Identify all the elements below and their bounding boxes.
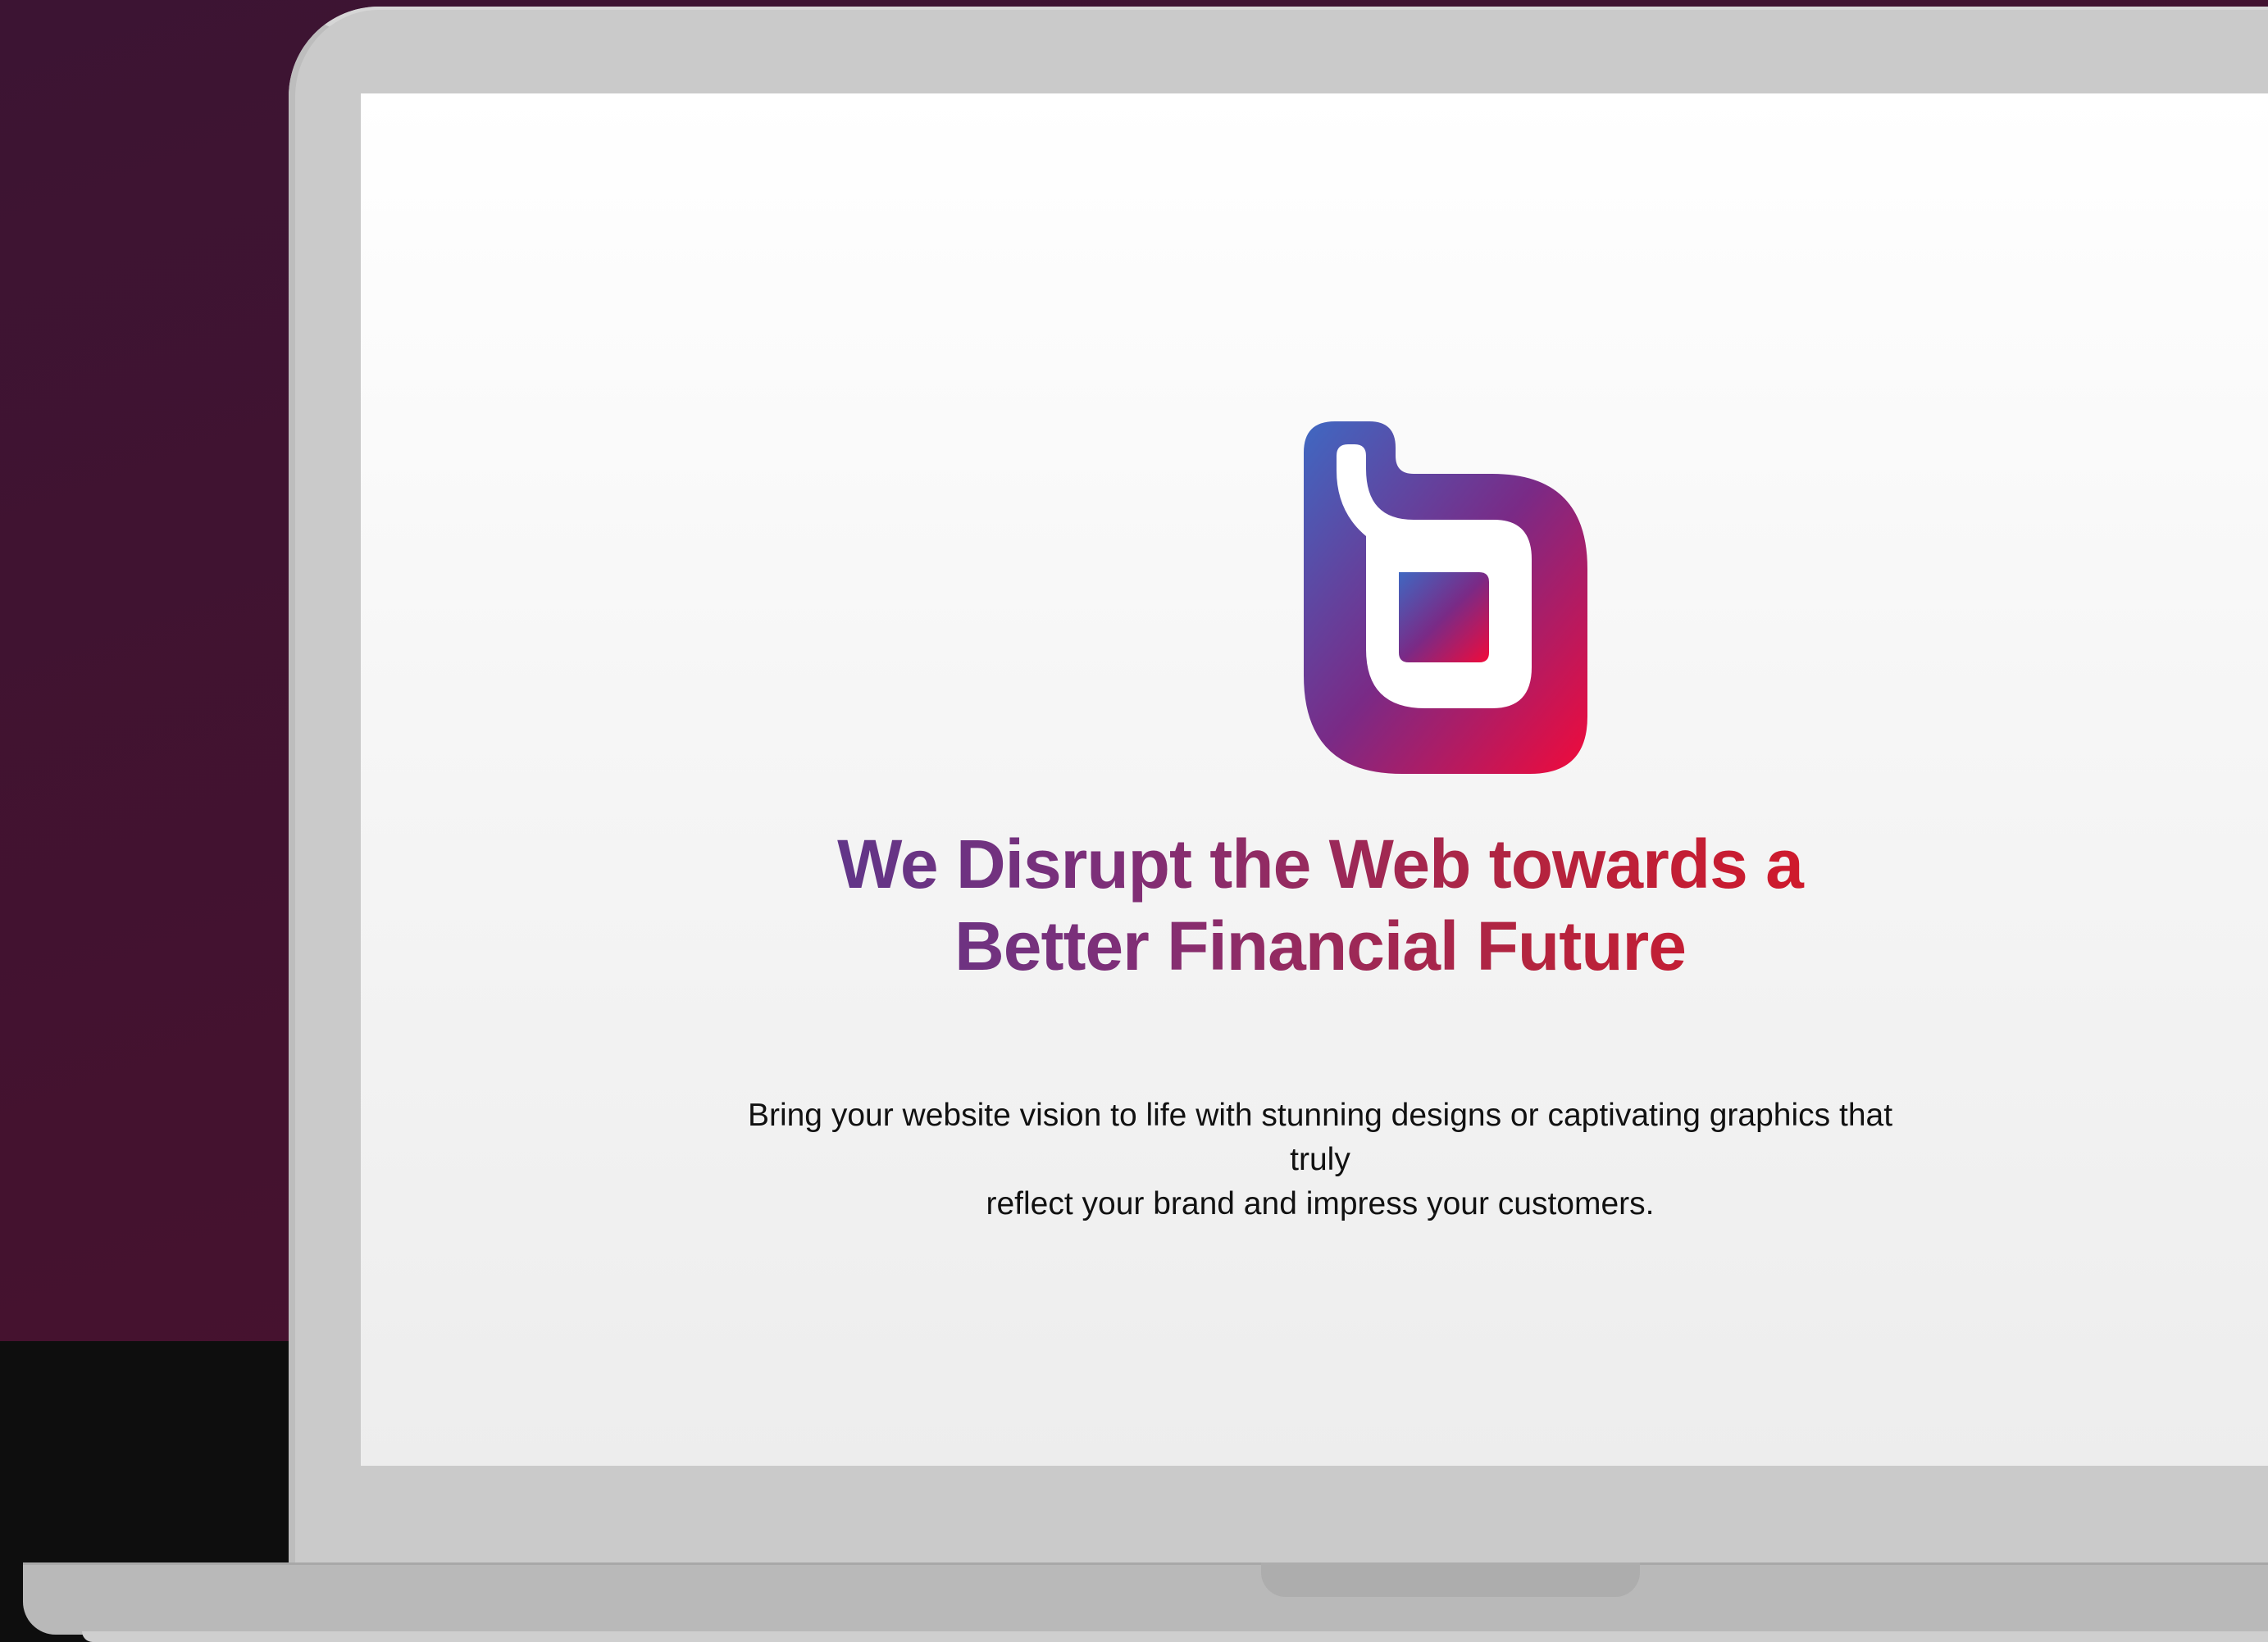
laptop-base xyxy=(23,1562,2268,1635)
hero-headline-line-2: Better Financial Future xyxy=(954,907,1686,985)
b-logo-icon xyxy=(1304,421,1587,774)
laptop-screen: We Disrupt the Web towards a Better Fina… xyxy=(361,93,2268,1466)
laptop-opening-notch xyxy=(1261,1562,1640,1597)
hero-headline-line-1: We Disrupt the Web towards a xyxy=(837,826,1803,903)
hero-subtext-line-2: reflect your brand and impress your cust… xyxy=(986,1186,1655,1221)
hero-subtext-line-1: Bring your website vision to life with s… xyxy=(747,1098,1893,1177)
hero-subtext: Bring your website vision to life with s… xyxy=(722,1094,1919,1226)
hero-headline: We Disrupt the Web towards a Better Fina… xyxy=(640,823,2001,987)
laptop-base-foot xyxy=(82,1631,2268,1642)
